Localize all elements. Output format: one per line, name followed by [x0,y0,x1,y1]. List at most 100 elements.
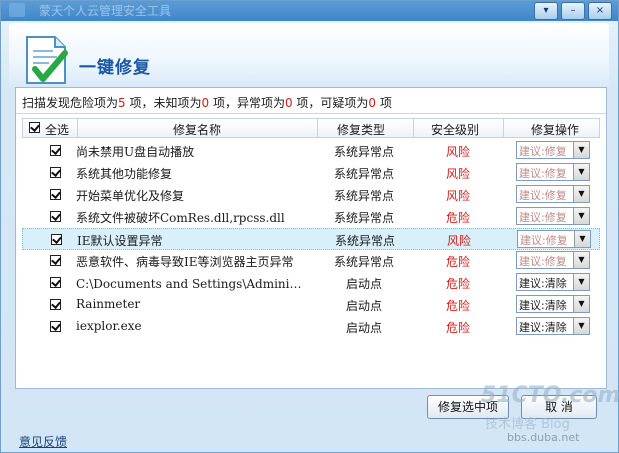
table-header: 全选 修复名称 修复类型 安全级别 修复操作 [22,118,600,138]
results-panel: 扫描发现危险项为5 项，未知项为0 项，异常项为0 项，可疑项为0 项 全选 修… [15,87,607,389]
safety-level: 危险 [445,211,470,225]
repair-type: 启动点 [345,277,382,291]
action-select[interactable]: 建议:修复 ▼ [516,141,590,159]
header-name: 修复名称 [173,123,222,137]
chevron-down-icon[interactable]: ▼ [573,296,589,312]
row-checkbox[interactable] [50,321,61,332]
row-checkbox[interactable] [50,299,61,310]
chevron-down-icon[interactable]: ▼ [573,252,589,268]
close-button[interactable]: × [588,2,612,20]
action-select-value: 建议:修复 [519,167,567,180]
safety-level: 风险 [445,167,470,181]
summary-text: 项，异常项为 [209,96,285,110]
chevron-down-icon[interactable]: ▼ [573,164,589,180]
repair-type: 启动点 [345,299,382,313]
safety-level: 危险 [445,321,470,335]
chevron-down-icon[interactable]: ▼ [573,142,589,158]
row-checkbox[interactable] [50,189,61,200]
repair-type: 启动点 [345,321,382,335]
row-checkbox[interactable] [50,277,61,288]
repair-name: iexplor.exe [76,319,142,333]
table-row[interactable]: IE默认设置异常 系统异常点 风险 建议:修复 ▼ [22,228,600,250]
header-type: 修复类型 [337,123,386,137]
repair-type: 系统异常点 [333,189,394,203]
safety-level: 风险 [445,189,470,203]
chevron-down-icon[interactable]: ▼ [573,274,589,290]
repair-name: 尚未禁用U盘自动播放 [76,145,195,159]
chevron-down-icon[interactable]: ▼ [573,186,589,202]
chevron-down-icon[interactable]: ▼ [573,318,589,334]
summary-text: 项 [376,96,392,110]
action-select[interactable]: 建议:清除 ▼ [516,295,590,313]
cancel-button[interactable]: 取 消 [521,395,597,419]
table-row[interactable]: 尚未禁用U盘自动播放 系统异常点 风险 建议:修复 ▼ [22,140,600,162]
select-all-label[interactable]: 全选 [45,121,69,138]
action-select[interactable]: 建议:修复 ▼ [517,230,591,248]
header-level: 安全级别 [431,123,480,137]
minimize-button[interactable]: – [561,2,585,20]
repair-window: 蒙天个人云管理安全工具 ▾ – × 一键修复 扫描发现危险项为5 项，未知项为0… [0,0,619,453]
action-select[interactable]: 建议:修复 ▼ [516,207,590,225]
row-checkbox[interactable] [50,167,61,178]
repair-name: 系统文件被破坏ComRes.dll,rpcss.dll [76,211,285,225]
divider [16,113,606,114]
summary-text: 项，可疑项为 [292,96,369,110]
repair-name: 开始菜单优化及修复 [76,189,185,203]
table-row[interactable]: 恶意软件、病毒导致IE等浏览器主页异常 系统异常点 危险 建议:修复 ▼ [22,250,600,272]
fix-selected-button[interactable]: 修复选中项 [427,395,509,419]
repair-type: 系统异常点 [333,211,394,225]
action-select-value: 建议:修复 [519,189,567,202]
window-title: 蒙天个人云管理安全工具 [39,4,172,18]
row-checkbox[interactable] [50,255,61,266]
repair-type: 系统异常点 [333,255,394,269]
title-bar: 蒙天个人云管理安全工具 ▾ – × [1,1,618,21]
table-row[interactable]: iexplor.exe 启动点 危险 建议:清除 ▼ [22,316,600,338]
action-select[interactable]: 建议:修复 ▼ [516,185,590,203]
header-band: 一键修复 [9,23,609,87]
unknown-count: 0 [201,96,210,110]
scan-summary: 扫描发现危险项为5 项，未知项为0 项，异常项为0 项，可疑项为0 项 [22,94,392,111]
select-all-checkbox[interactable] [29,122,40,133]
safety-level: 危险 [445,255,470,269]
repair-type: 系统异常点 [334,234,395,248]
chevron-down-icon[interactable]: ▼ [573,208,589,224]
repair-name: 系统其他功能修复 [76,167,173,181]
action-select[interactable]: 建议:修复 ▼ [516,251,590,269]
table-row[interactable]: 系统其他功能修复 系统异常点 风险 建议:修复 ▼ [22,162,600,184]
action-select[interactable]: 建议:修复 ▼ [516,163,590,181]
repair-name: Rainmeter [76,297,141,311]
repair-name: IE默认设置异常 [77,234,163,248]
action-select[interactable]: 建议:清除 ▼ [516,273,590,291]
header-action: 修复操作 [531,123,580,137]
action-select-value: 建议:修复 [519,145,567,158]
action-select-value: 建议:清除 [519,277,567,290]
summary-text: 项，未知项为 [125,96,202,110]
chevron-down-icon[interactable]: ▼ [574,231,590,247]
repair-type: 系统异常点 [333,167,394,181]
suspicious-count: 0 [368,96,377,110]
abnormal-count: 0 [284,96,293,110]
menu-button[interactable]: ▾ [534,2,558,20]
safety-level: 危险 [445,277,470,291]
repair-name: 恶意软件、病毒导致IE等浏览器主页异常 [76,255,294,269]
table-row[interactable]: Rainmeter 启动点 危险 建议:清除 ▼ [22,294,600,316]
safety-level: 风险 [446,234,471,248]
action-select[interactable]: 建议:清除 ▼ [516,317,590,335]
page-title: 一键修复 [79,58,151,78]
table-row[interactable]: 开始菜单优化及修复 系统异常点 风险 建议:修复 ▼ [22,184,600,206]
safety-level: 风险 [445,145,470,159]
table-row[interactable]: C:\Documents and Settings\Administrator\… [22,272,600,294]
repair-name: C:\Documents and Settings\Administrator\… [76,277,304,291]
action-select-value: 建议:修复 [520,234,568,247]
table-row[interactable]: 系统文件被破坏ComRes.dll,rpcss.dll 系统异常点 危险 建议:修复 ▼ [22,206,600,228]
action-select-value: 建议:清除 [519,321,567,334]
summary-text: 扫描发现危险项为 [22,96,119,110]
action-select-value: 建议:修复 [519,255,567,268]
row-checkbox[interactable] [50,211,61,222]
safety-level: 危险 [445,299,470,313]
action-select-value: 建议:修复 [519,211,567,224]
feedback-link[interactable]: 意见反馈 [19,433,67,450]
repair-document-icon [26,36,68,84]
row-checkbox[interactable] [51,234,62,245]
row-checkbox[interactable] [50,145,61,156]
